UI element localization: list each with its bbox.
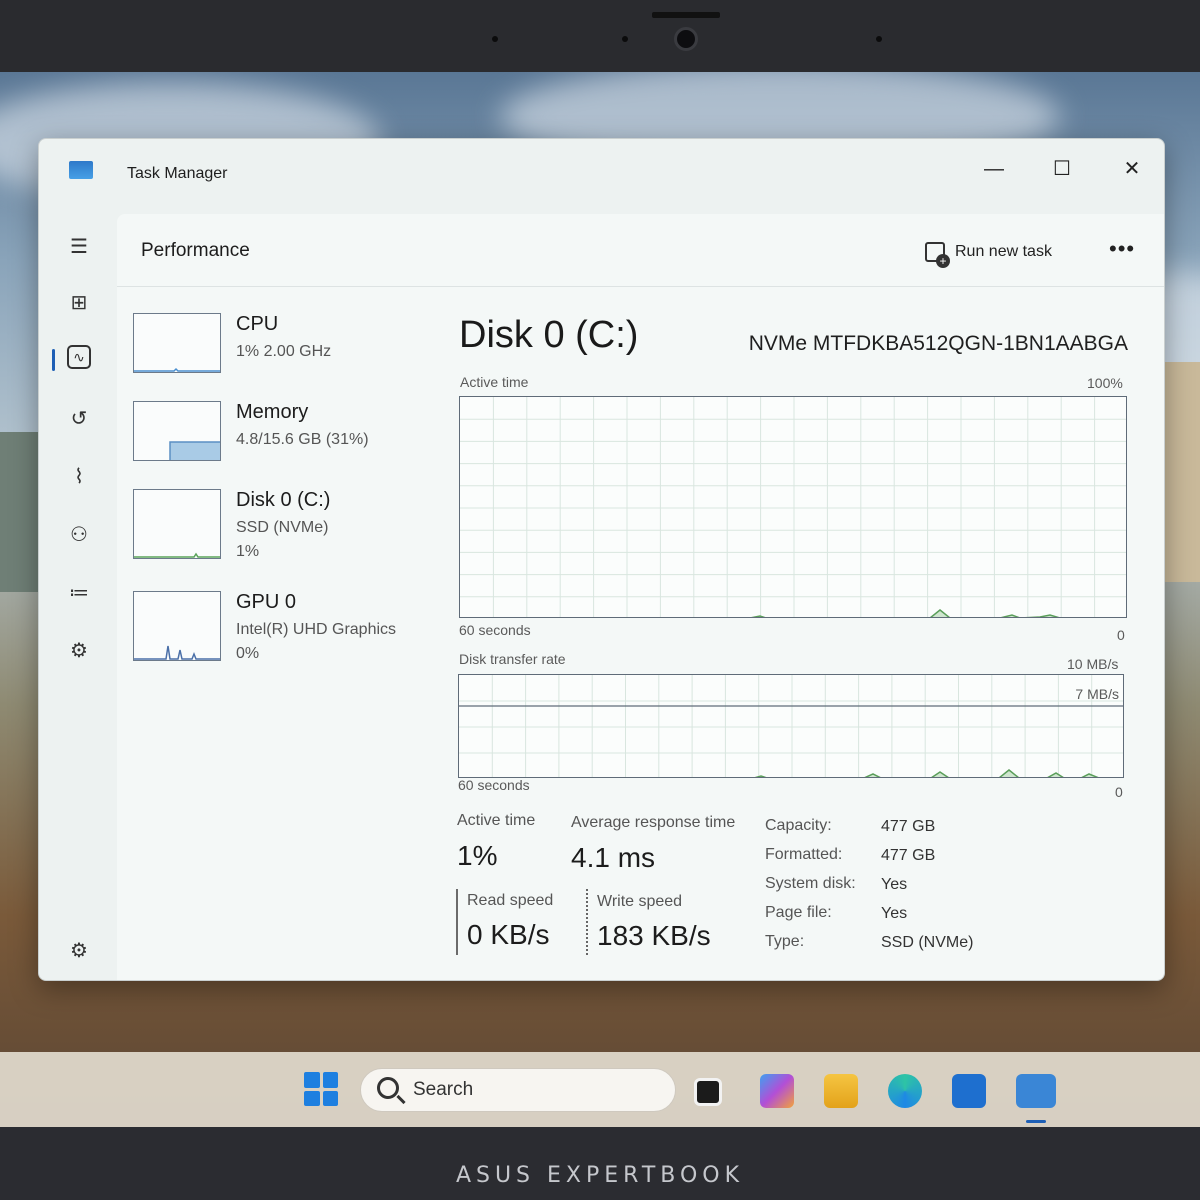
device-stat: Intel(R) UHD Graphics	[236, 621, 397, 638]
prop-type-key: Type:	[765, 933, 805, 950]
device-usage: 1%	[236, 543, 260, 560]
device-usage: 0%	[236, 645, 260, 662]
active-time-label: Active time	[457, 812, 536, 829]
transfer-rate-graph-svg	[459, 675, 1123, 777]
run-task-icon	[925, 242, 950, 268]
microsoft-365-icon[interactable]	[760, 1074, 794, 1108]
taskbar: Search	[0, 1052, 1200, 1127]
device-name: GPU 0	[236, 591, 297, 613]
hamburger-menu-icon[interactable]: ☰	[63, 231, 95, 263]
sensor-dot	[876, 36, 882, 42]
header-divider	[117, 286, 1164, 287]
active-time-graph-min: 0	[1117, 627, 1125, 643]
prop-system-disk-value: Yes	[881, 876, 908, 893]
search-label: Search	[413, 1079, 474, 1100]
cpu-mini-graph	[133, 313, 221, 373]
read-speed-value: 0 KB/s	[467, 919, 550, 950]
maximize-button[interactable]: ☐	[1039, 149, 1085, 189]
task-manager-icon[interactable]	[1016, 1074, 1056, 1108]
taskbar-search[interactable]: Search	[360, 1068, 676, 1112]
device-gpu0[interactable]: GPU 0 Intel(R) UHD Graphics 0%	[133, 591, 433, 687]
active-time-value: 1%	[457, 840, 498, 871]
disk-mini-graph	[133, 489, 221, 559]
task-manager-app-icon	[69, 161, 93, 179]
settings-icon[interactable]: ⚙	[63, 935, 95, 967]
edge-icon[interactable]	[888, 1074, 922, 1108]
window-title: Task Manager	[127, 165, 228, 182]
more-options-button[interactable]: •••	[1109, 236, 1135, 262]
avg-response-value: 4.1 ms	[571, 842, 656, 873]
users-icon[interactable]: ⚇	[63, 519, 95, 551]
prop-formatted-key: Formatted:	[765, 846, 843, 863]
prop-system-disk-key: System disk:	[765, 875, 856, 892]
device-name: Memory	[236, 401, 309, 423]
prop-type-value: SSD (NVMe)	[881, 934, 974, 951]
active-time-graph	[459, 396, 1127, 618]
active-time-graph-svg	[460, 397, 1126, 617]
active-time-graph-max: 100%	[1087, 375, 1123, 391]
read-speed-label: Read speed	[467, 892, 554, 909]
bezel-notch	[652, 12, 720, 18]
active-time-graph-label: Active time	[460, 374, 529, 390]
microsoft-store-icon[interactable]	[952, 1074, 986, 1108]
run-new-task-label: Run new task	[955, 243, 1052, 260]
services-icon[interactable]: ⚙	[63, 635, 95, 667]
device-stat: SSD (NVMe)	[236, 519, 329, 536]
device-disk0[interactable]: Disk 0 (C:) SSD (NVMe) 1%	[133, 489, 433, 585]
prop-capacity-key: Capacity:	[765, 817, 832, 834]
transfer-graph-label: Disk transfer rate	[459, 651, 566, 667]
active-time-graph-span: 60 seconds	[459, 622, 531, 638]
minimize-button[interactable]: —	[971, 149, 1017, 189]
disk-model: NVMe MTFDKBA512QGN-1BN1AABGA	[748, 332, 1128, 355]
avg-response-label: Average response time	[571, 814, 736, 831]
performance-icon[interactable]: ∿	[67, 345, 91, 369]
device-cpu[interactable]: CPU 1% 2.00 GHz	[133, 313, 433, 393]
processes-icon[interactable]: ⊞	[63, 287, 95, 319]
device-stat: 1% 2.00 GHz	[236, 343, 332, 360]
gpu-mini-graph	[133, 591, 221, 661]
performance-page: Performance Run new task ••• CPU 1% 2.00…	[117, 214, 1164, 980]
start-button[interactable]	[304, 1072, 338, 1106]
transfer-graph-max: 10 MB/s	[1067, 656, 1119, 672]
write-speed-value: 183 KB/s	[597, 920, 711, 951]
startup-apps-icon[interactable]: ⌇	[63, 461, 95, 493]
task-manager-window: Task Manager — ☐ ✕ ☰ ⊞ ∿ ↺ ⌇ ⚇ ≔ ⚙ ⚙ Per…	[38, 138, 1165, 981]
transfer-graph-line-label: 7 MB/s	[1075, 686, 1119, 702]
run-new-task-button[interactable]: Run new task	[925, 234, 1052, 270]
device-stat: 4.8/15.6 GB (31%)	[236, 431, 369, 448]
write-speed-label: Write speed	[597, 893, 683, 910]
laptop-bezel-top	[0, 0, 1200, 72]
sensor-dot	[622, 36, 628, 42]
prop-page-file-key: Page file:	[765, 904, 832, 921]
disk-title: Disk 0 (C:)	[459, 314, 639, 356]
close-button[interactable]: ✕	[1109, 149, 1155, 189]
active-app-indicator	[1026, 1120, 1046, 1123]
device-brand-logo: ASUS EXPERTBOOK	[455, 1163, 745, 1188]
transfer-graph-span: 60 seconds	[458, 777, 530, 793]
prop-capacity-value: 477 GB	[881, 818, 936, 835]
read-speed-marker	[456, 889, 458, 955]
transfer-graph-min: 0	[1115, 784, 1123, 800]
device-name: Disk 0 (C:)	[236, 489, 331, 511]
prop-formatted-value: 477 GB	[881, 847, 936, 864]
app-history-icon[interactable]: ↺	[63, 403, 95, 435]
transfer-rate-graph: 7 MB/s	[458, 674, 1124, 778]
device-memory[interactable]: Memory 4.8/15.6 GB (31%)	[133, 401, 433, 481]
details-icon[interactable]: ≔	[63, 577, 95, 609]
task-view-icon[interactable]	[694, 1078, 722, 1106]
prop-page-file-value: Yes	[881, 905, 908, 922]
nav-rail: ☰ ⊞ ∿ ↺ ⌇ ⚇ ≔ ⚙	[39, 219, 119, 979]
device-name: CPU	[236, 313, 279, 335]
search-icon	[377, 1077, 399, 1099]
title-bar[interactable]: Task Manager — ☐ ✕	[39, 139, 1164, 209]
active-nav-indicator	[52, 349, 55, 371]
webcam-lens	[674, 27, 698, 51]
sensor-dot	[492, 36, 498, 42]
file-explorer-icon[interactable]	[824, 1074, 858, 1108]
page-title: Performance	[141, 240, 250, 261]
memory-mini-graph	[133, 401, 221, 461]
write-speed-marker	[586, 889, 588, 955]
